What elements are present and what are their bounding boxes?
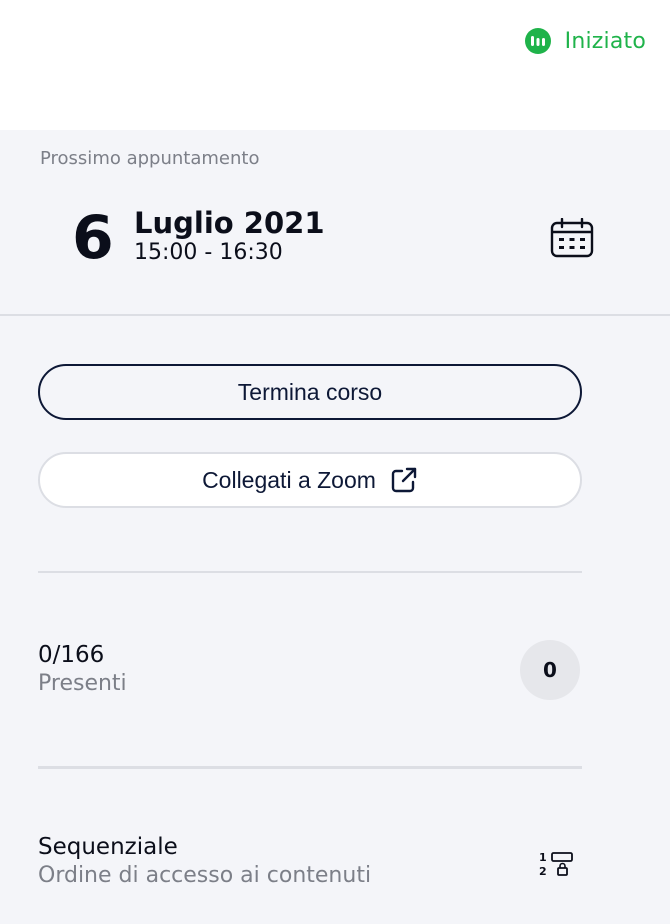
end-course-label: Termina corso	[237, 378, 383, 405]
section-divider	[0, 314, 670, 316]
attendance-count: 0/166	[38, 642, 105, 668]
section-divider	[38, 766, 582, 769]
next-appointment-label: Prossimo appuntamento	[40, 148, 260, 169]
join-zoom-button[interactable]: Collegati a Zoom	[38, 452, 582, 508]
svg-text:1: 1	[539, 851, 547, 864]
course-status: Iniziato	[524, 28, 646, 54]
attendance-label: Presenti	[38, 671, 127, 696]
attendance-badge[interactable]: 0	[520, 640, 580, 700]
bar-chart-icon	[524, 28, 551, 54]
external-link-icon	[390, 466, 418, 494]
sequential-lock-icon: 1 2	[538, 850, 574, 878]
appointment-month-year: Luglio 2021	[134, 206, 325, 240]
status-label: Iniziato	[564, 28, 646, 54]
end-course-button[interactable]: Termina corso	[38, 364, 582, 420]
svg-text:2: 2	[539, 865, 547, 878]
appointment-time: 15:00 - 16:30	[134, 240, 283, 265]
section-divider	[38, 571, 582, 573]
sequence-subtitle: Ordine di accesso ai contenuti	[38, 863, 372, 888]
appointment-day: 6	[72, 203, 114, 273]
sequence-title: Sequenziale	[38, 834, 178, 860]
join-zoom-label: Collegati a Zoom	[202, 466, 376, 493]
calendar-icon[interactable]	[550, 217, 594, 258]
top-bar: Iniziato	[0, 0, 670, 130]
